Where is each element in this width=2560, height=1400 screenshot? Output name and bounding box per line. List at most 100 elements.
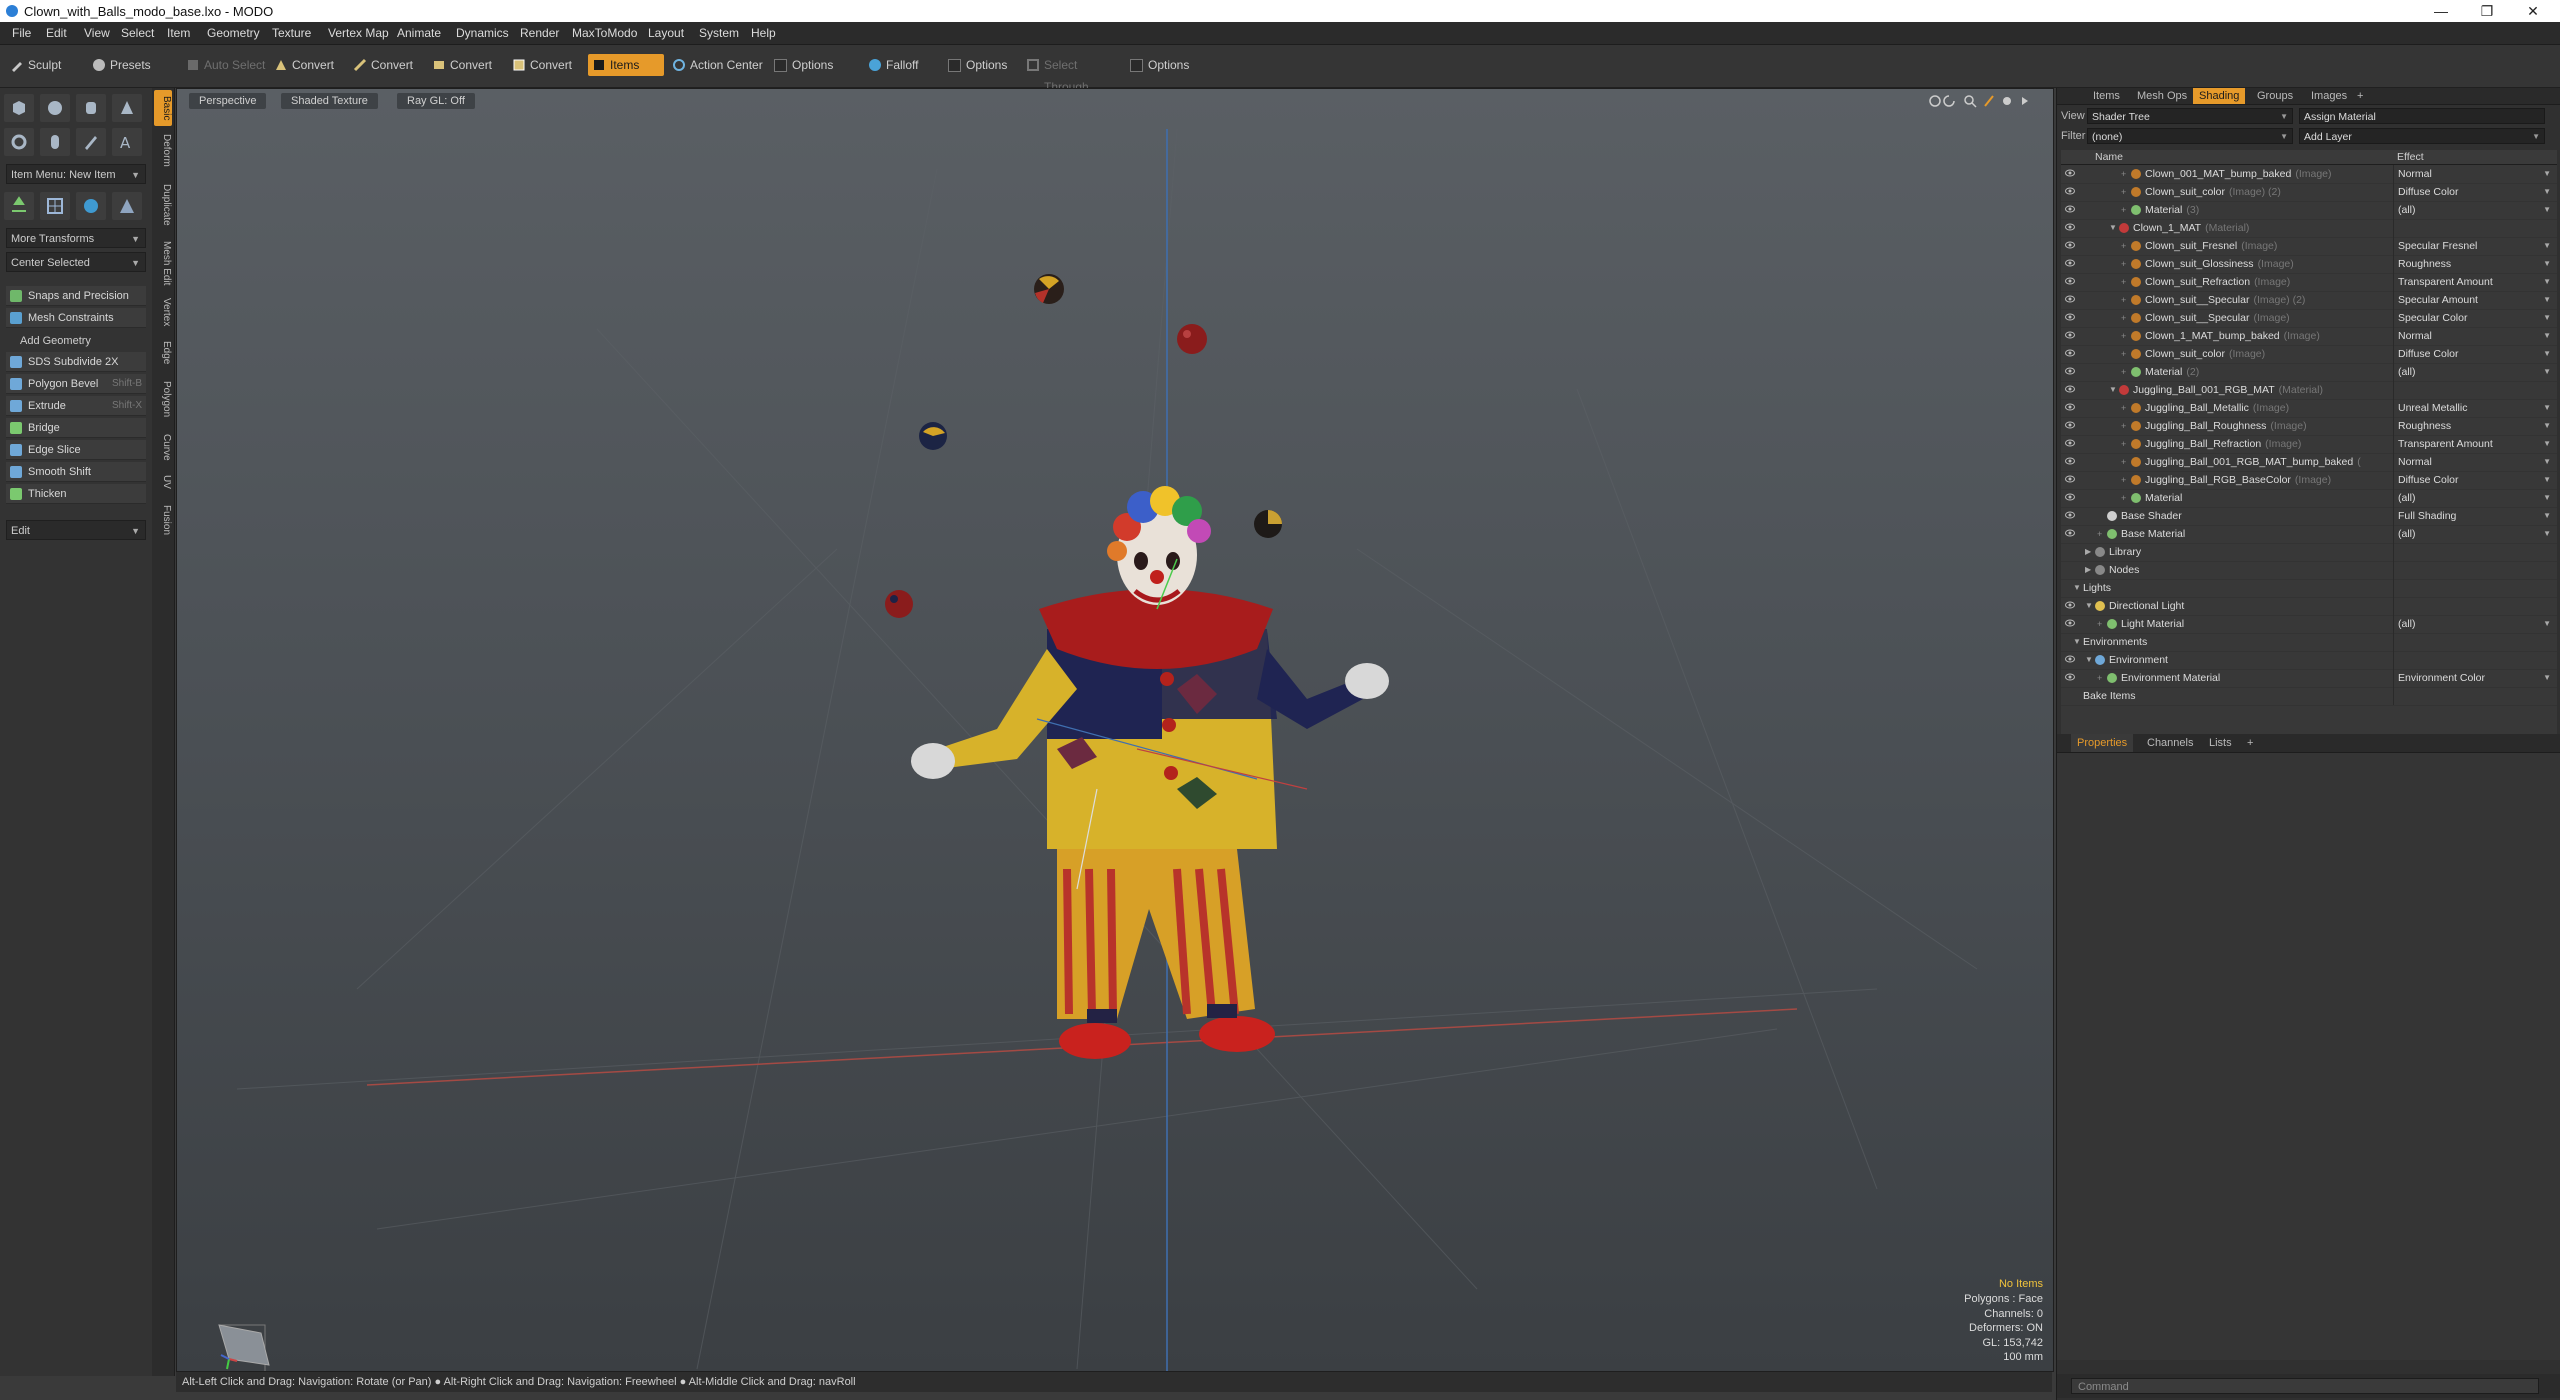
visibility-eye-icon[interactable] xyxy=(2065,385,2075,393)
shader-tree-row[interactable]: ▼ Directional Light xyxy=(2061,597,2557,616)
visibility-eye-icon[interactable] xyxy=(2065,619,2075,627)
edit-dropdown[interactable]: Edit ▼ xyxy=(6,520,146,540)
visibility-eye-icon[interactable] xyxy=(2065,313,2075,321)
select-through-button[interactable]: Select Through xyxy=(1022,54,1122,94)
collapse-arrow-icon[interactable]: ▼ xyxy=(2085,597,2093,615)
text-tool-icon[interactable]: A xyxy=(112,128,142,156)
effect-column-header[interactable]: Effect xyxy=(2397,150,2424,164)
collapse-arrow-icon[interactable]: ▼ xyxy=(2109,219,2117,237)
collapse-arrow-icon[interactable]: ▼ xyxy=(2109,381,2117,399)
shader-tree-row[interactable]: + Clown_suit_color (Image) Diffuse Color ▼ xyxy=(2061,345,2557,364)
expand-plus-icon[interactable]: + xyxy=(2121,435,2126,453)
item-menu-dropdown[interactable]: Item Menu: New Item ▼ xyxy=(6,164,146,184)
expand-plus-icon[interactable]: + xyxy=(2121,471,2126,489)
menu-maxtomodo[interactable]: MaxToModo xyxy=(572,26,637,40)
more-transforms-dropdown[interactable]: More Transforms ▼ xyxy=(6,228,146,248)
items-mode-button[interactable]: Items xyxy=(588,54,664,76)
center-selected-dropdown[interactable]: Center Selected ▼ xyxy=(6,252,146,272)
cylinder-icon[interactable] xyxy=(76,94,106,122)
layer-effect-dropdown[interactable]: Full Shading ▼ xyxy=(2393,507,2555,525)
convert-polygon-button[interactable]: Convert xyxy=(428,54,504,76)
tab-images[interactable]: Images xyxy=(2305,88,2353,104)
tab-mesh-edit[interactable]: Mesh Edit xyxy=(154,238,172,288)
layer-effect-dropdown[interactable]: (all) ▼ xyxy=(2393,525,2555,543)
falloff-button[interactable]: Falloff xyxy=(864,54,934,76)
shader-tree-row[interactable]: + Clown_suit__Specular (Image) Specular Col… xyxy=(2061,309,2557,328)
shader-tree-row[interactable]: + Base Material (all) ▼ xyxy=(2061,525,2557,544)
visibility-eye-icon[interactable] xyxy=(2065,439,2075,447)
cube-icon[interactable] xyxy=(4,94,34,122)
shader-tree-row[interactable]: + Juggling_Ball_001_RGB_MAT_bump_baked(No… xyxy=(2061,453,2557,472)
snaps-precision-button[interactable]: Snaps and Precision xyxy=(6,286,146,306)
layer-effect-dropdown[interactable]: Roughness ▼ xyxy=(2393,255,2555,273)
menu-vertex-map[interactable]: Vertex Map xyxy=(328,26,389,40)
layer-effect-dropdown[interactable]: Transparent Amount ▼ xyxy=(2393,273,2555,291)
expand-plus-icon[interactable]: + xyxy=(2121,345,2126,363)
collapse-arrow-icon[interactable]: ▼ xyxy=(2085,651,2093,669)
tab-curve[interactable]: Curve xyxy=(154,428,172,466)
expand-plus-icon[interactable]: + xyxy=(2121,201,2126,219)
bridge-button[interactable]: Bridge xyxy=(6,418,146,438)
convert-item-button[interactable]: Convert xyxy=(508,54,584,76)
sphere-icon[interactable] xyxy=(40,94,70,122)
add-geometry-section[interactable]: Add Geometry xyxy=(6,332,146,350)
collapse-arrow-icon[interactable]: ▼ xyxy=(2073,579,2081,597)
menu-dynamics[interactable]: Dynamics xyxy=(456,26,509,40)
menu-layout[interactable]: Layout xyxy=(648,26,684,40)
shader-tree-row[interactable]: + Material (all) ▼ xyxy=(2061,489,2557,508)
sds-subdivide-button[interactable]: SDS Subdivide 2X xyxy=(6,352,146,372)
auto-select-button[interactable]: Auto Select xyxy=(182,54,268,76)
shader-tree-row[interactable]: ▼ Environment xyxy=(2061,651,2557,670)
visibility-eye-icon[interactable] xyxy=(2065,421,2075,429)
visibility-eye-icon[interactable] xyxy=(2065,277,2075,285)
tab-mesh-ops[interactable]: Mesh Ops xyxy=(2131,88,2193,104)
menu-help[interactable]: Help xyxy=(751,26,776,40)
menu-select[interactable]: Select xyxy=(121,26,154,40)
options-checkbox[interactable] xyxy=(774,59,787,72)
tab-deform[interactable]: Deform xyxy=(154,128,172,172)
grid-icon[interactable] xyxy=(40,192,70,220)
visibility-eye-icon[interactable] xyxy=(2065,655,2075,663)
command-input[interactable]: Command xyxy=(2071,1378,2539,1394)
scale-icon[interactable] xyxy=(112,192,142,220)
add-layer-dropdown[interactable]: Add Layer ▼ xyxy=(2299,128,2545,144)
layer-effect-dropdown[interactable]: Unreal Metallic ▼ xyxy=(2393,399,2555,417)
shader-tree-row[interactable]: ▶ Nodes xyxy=(2061,561,2557,580)
expand-plus-icon[interactable]: + xyxy=(2121,255,2126,273)
shader-tree-row[interactable]: + Clown_suit__Specular (Image) (2) Specular… xyxy=(2061,291,2557,310)
assign-material-field[interactable]: Assign Material xyxy=(2299,108,2545,124)
mesh-constraints-button[interactable]: Mesh Constraints xyxy=(6,308,146,328)
torus-icon[interactable] xyxy=(4,128,34,156)
action-center-options-button[interactable]: Options xyxy=(770,54,846,76)
visibility-eye-icon[interactable] xyxy=(2065,259,2075,267)
options-checkbox[interactable] xyxy=(1130,59,1143,72)
shader-tree-row[interactable]: + Environment Material Environment Color ▼ xyxy=(2061,669,2557,688)
shader-tree-row[interactable]: ▼ Environments xyxy=(2061,633,2557,652)
expand-plus-icon[interactable]: + xyxy=(2121,417,2126,435)
visibility-eye-icon[interactable] xyxy=(2065,601,2075,609)
tab-lists[interactable]: Lists xyxy=(2203,734,2238,752)
capsule-icon[interactable] xyxy=(40,128,70,156)
3d-viewport[interactable]: Perspective Shaded Texture Ray GL: Off N… xyxy=(176,88,2054,1372)
filter-dropdown[interactable]: (none) ▼ xyxy=(2087,128,2293,144)
select-through-options-button[interactable]: Options xyxy=(1126,54,1202,76)
sculpt-button[interactable]: Sculpt xyxy=(6,54,76,76)
tab-properties[interactable]: Properties xyxy=(2071,734,2134,752)
shader-tree-row[interactable]: + Material (2) (all) ▼ xyxy=(2061,363,2557,382)
convert-edge-button[interactable]: Convert xyxy=(349,54,425,76)
extrude-button[interactable]: Extrude Shift-X xyxy=(6,396,146,416)
maximize-button[interactable]: ❐ xyxy=(2464,0,2510,22)
expand-plus-icon[interactable]: + xyxy=(2121,327,2126,345)
shader-tree-row[interactable]: + Clown_suit_Fresnel (Image) Specular Fresn… xyxy=(2061,237,2557,256)
tab-vertex[interactable]: Vertex xyxy=(154,292,172,332)
tab-uv[interactable]: UV xyxy=(154,470,172,494)
layer-effect-dropdown[interactable]: Specular Amount ▼ xyxy=(2393,291,2555,309)
expand-plus-icon[interactable]: + xyxy=(2121,273,2126,291)
falloff-options-button[interactable]: Options xyxy=(944,54,1020,76)
visibility-eye-icon[interactable] xyxy=(2065,673,2075,681)
layer-effect-dropdown[interactable]: Normal ▼ xyxy=(2393,165,2555,183)
visibility-eye-icon[interactable] xyxy=(2065,295,2075,303)
layer-effect-dropdown[interactable]: (all) ▼ xyxy=(2393,615,2555,633)
tab-shading[interactable]: Shading xyxy=(2193,88,2246,104)
expand-plus-icon[interactable]: + xyxy=(2121,399,2126,417)
